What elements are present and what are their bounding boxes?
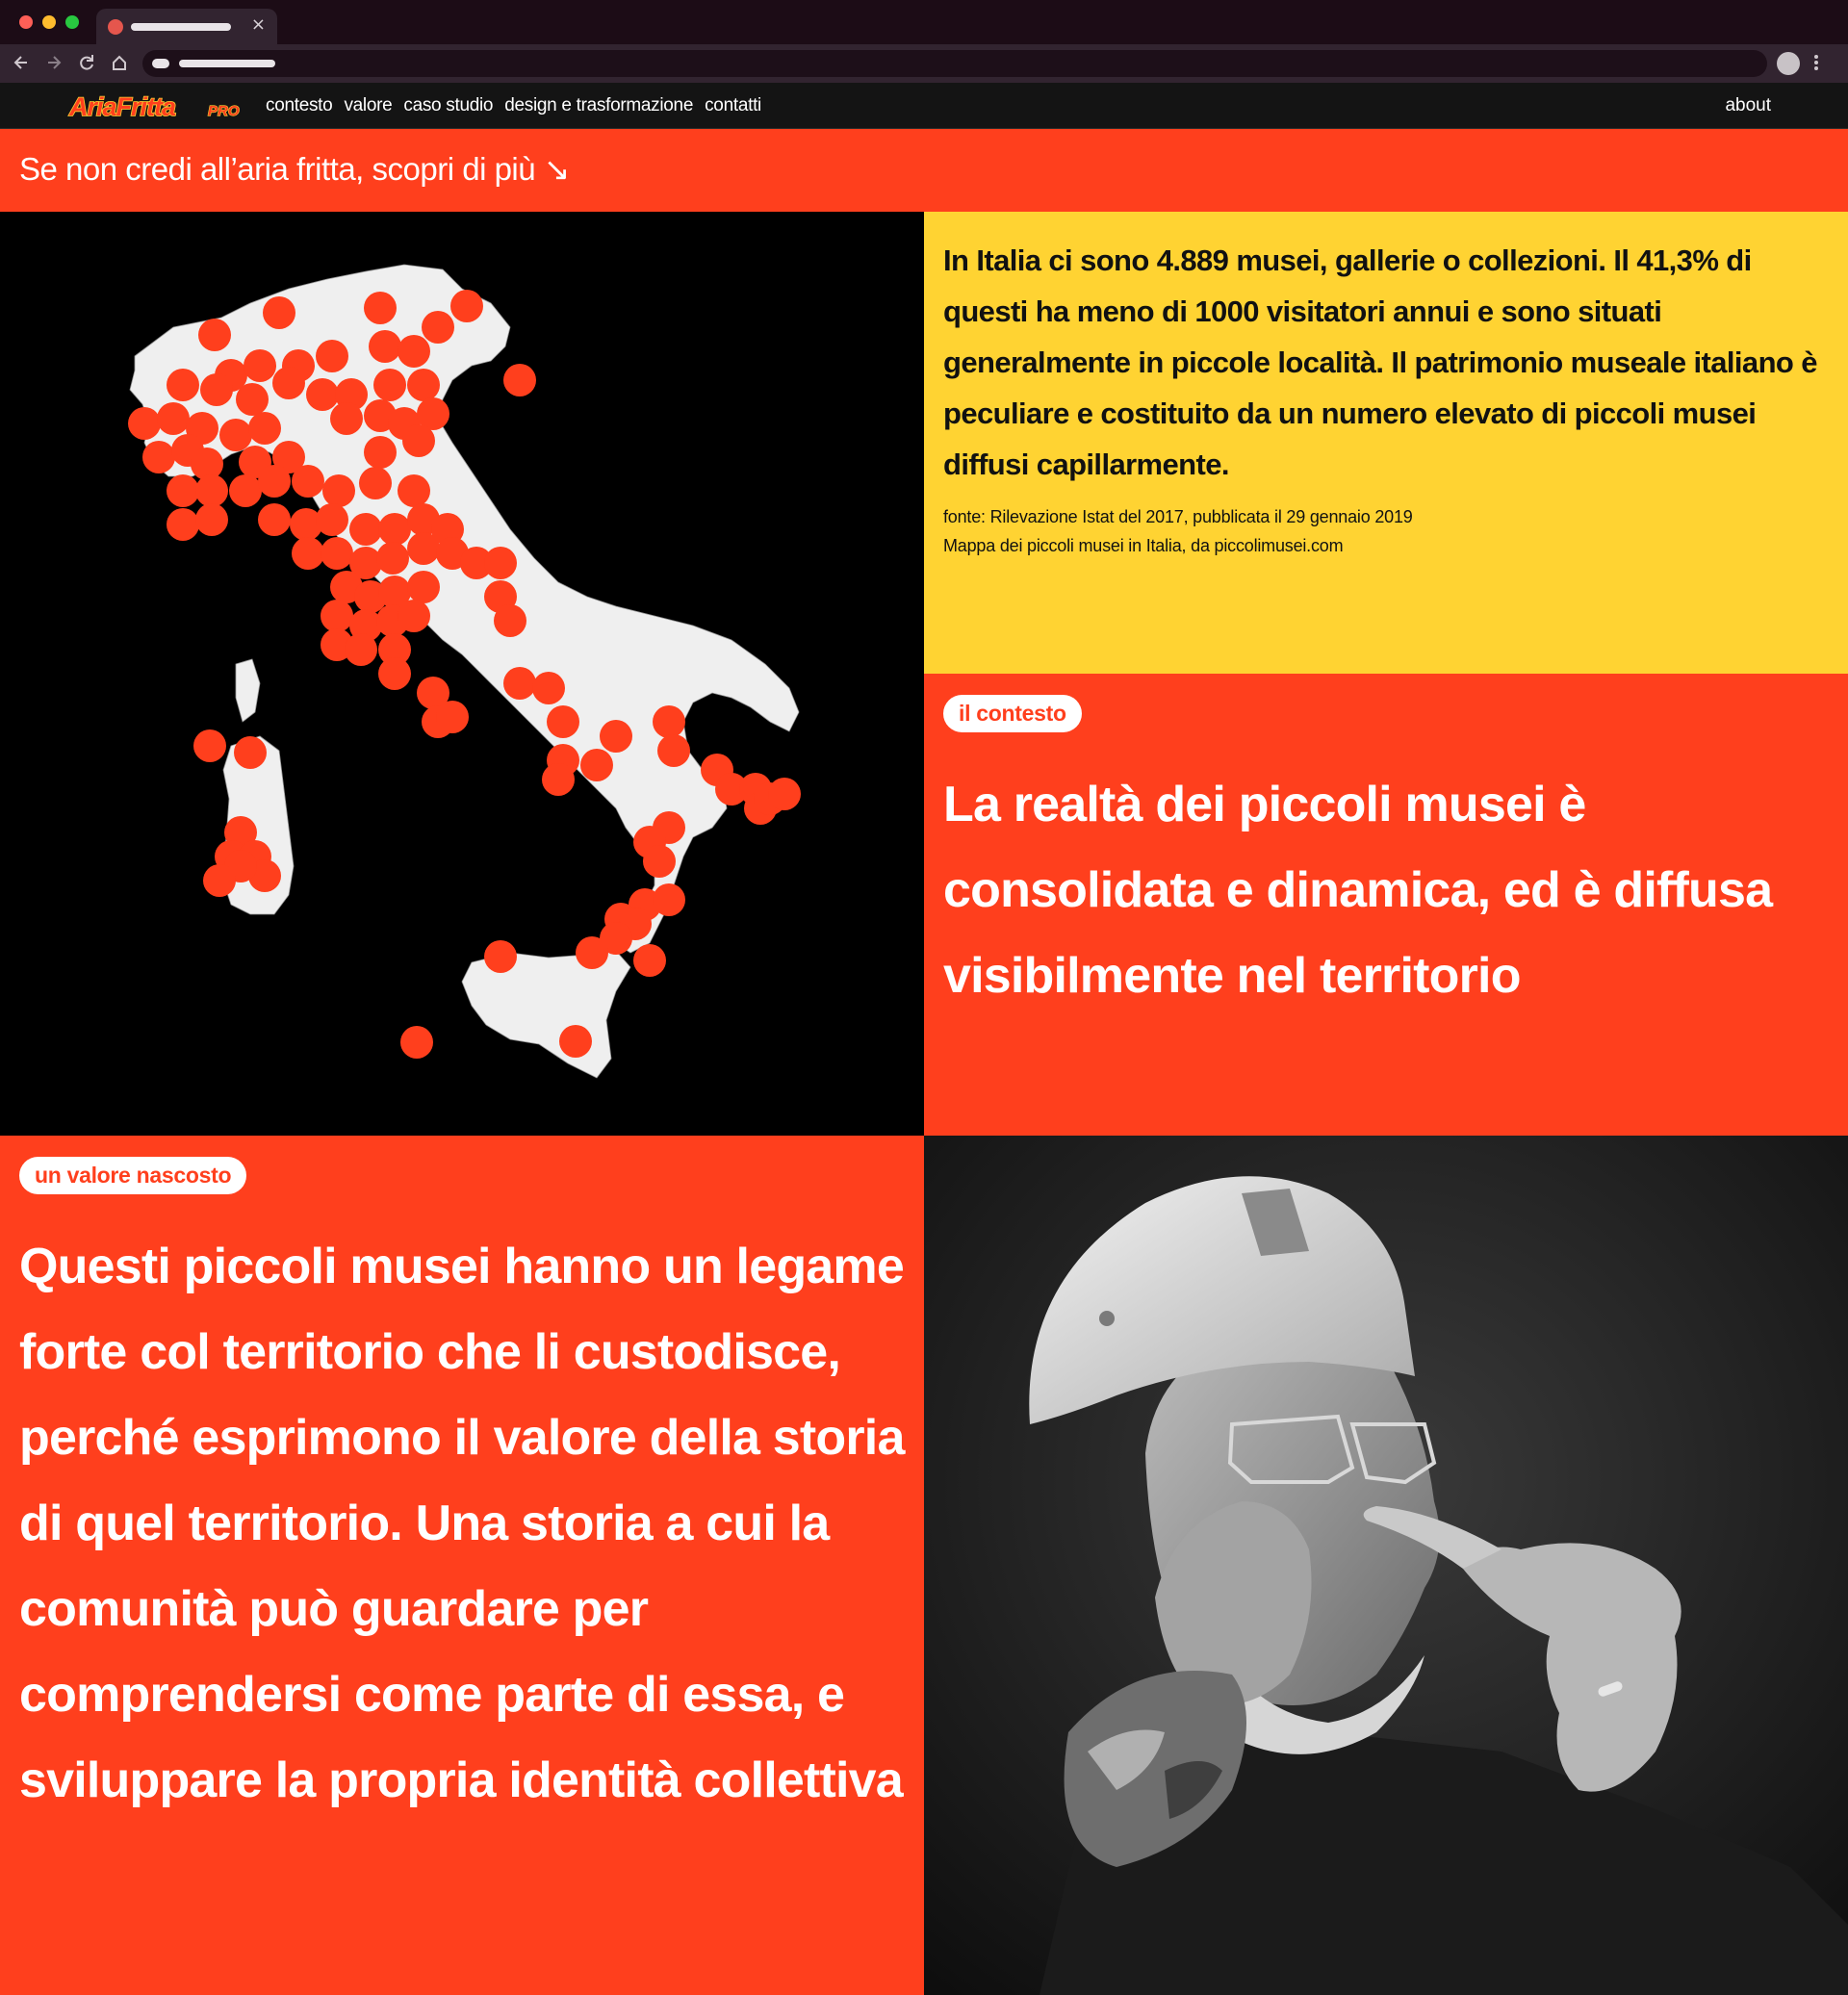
corsica — [235, 658, 261, 723]
value-section: un valore nascosto Questi piccoli musei … — [0, 1136, 924, 1995]
miner-portrait-image — [924, 1136, 1848, 1995]
italy-museum-map — [128, 264, 801, 1079]
svg-text:AriaFritta: AriaFritta — [68, 92, 176, 121]
maximize-window-button[interactable] — [65, 15, 79, 29]
statistics-text: In Italia ci sono 4.889 musei, gallerie … — [943, 243, 1818, 481]
close-window-button[interactable] — [19, 15, 33, 29]
favicon-icon — [108, 19, 123, 35]
back-icon[interactable] — [12, 52, 31, 79]
context-title: La realtà dei piccoli musei è consolidat… — [943, 777, 1773, 1004]
site-navigation: AriaFritta PRO contesto valore caso stud… — [0, 83, 1848, 129]
source-map: Mappa dei piccoli musei in Italia, da pi… — [943, 536, 1344, 555]
site-info-icon[interactable] — [152, 59, 169, 68]
browser-chrome: × — [0, 0, 1848, 83]
svg-text:PRO: PRO — [208, 103, 240, 119]
statistics-source: fonte: Rilevazione Istat del 2017, pubbl… — [943, 502, 1829, 560]
ariafritta-logo[interactable]: AriaFritta PRO — [67, 89, 250, 123]
nav-link-about[interactable]: about — [1725, 83, 1771, 129]
nav-link-design-trasformazione[interactable]: design e trasformazione — [504, 95, 693, 116]
nav-link-caso-studio[interactable]: caso studio — [403, 95, 493, 116]
context-section: il contesto La realtà dei piccoli musei … — [924, 674, 1848, 1136]
value-text: Questi piccoli musei hanno un legame for… — [19, 1239, 905, 1808]
browser-toolbar — [0, 44, 1848, 83]
nav-link-contatti[interactable]: contatti — [705, 95, 761, 116]
discover-more-banner: Se non credi all’aria fritta, scopri di … — [0, 129, 1848, 212]
nav-link-valore[interactable]: valore — [344, 95, 392, 116]
discover-more-link[interactable]: Se non credi all’aria fritta, scopri di … — [19, 150, 570, 188]
address-bar[interactable] — [142, 50, 1767, 77]
value-tag: un valore nascosto — [19, 1157, 247, 1194]
statistics-section: In Italia ci sono 4.889 musei, gallerie … — [924, 212, 1848, 674]
kebab-menu-icon[interactable] — [1813, 52, 1819, 78]
sicily — [461, 950, 631, 1079]
context-tag: il contesto — [943, 695, 1082, 732]
url-text-placeholder — [179, 60, 275, 67]
minimize-window-button[interactable] — [42, 15, 56, 29]
source-istat: fonte: Rilevazione Istat del 2017, pubbl… — [943, 507, 1413, 526]
tab-title-placeholder — [131, 23, 231, 31]
nav-link-contesto[interactable]: contesto — [266, 95, 333, 116]
forward-icon[interactable] — [44, 52, 64, 79]
museum-map-section — [0, 212, 924, 1136]
nav-links: contesto valore caso studio design e tra… — [266, 83, 761, 129]
profile-avatar-icon[interactable] — [1777, 52, 1800, 75]
miner-photo — [924, 1136, 1848, 1995]
window-controls — [19, 15, 79, 29]
reload-icon[interactable] — [77, 52, 96, 79]
browser-tab[interactable]: × — [96, 9, 277, 44]
home-icon[interactable] — [110, 52, 129, 79]
tab-close-icon[interactable]: × — [251, 15, 266, 35]
